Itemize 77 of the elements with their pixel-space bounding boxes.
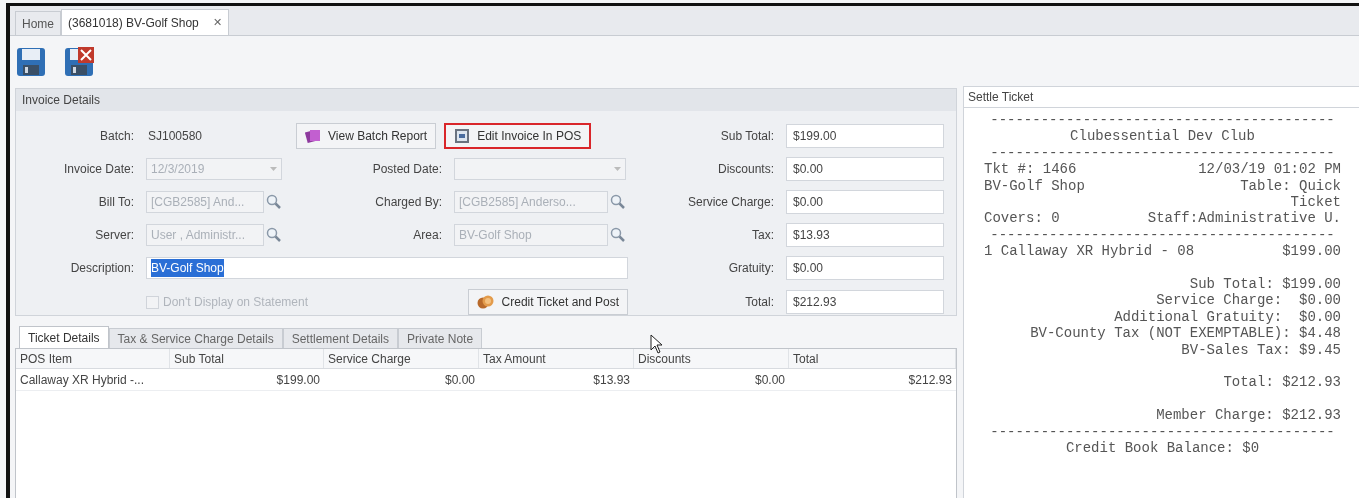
receipt-line: -----------------------------------------	[989, 423, 1336, 441]
receipt-text: 12/03/19 01:02 PM	[1198, 161, 1341, 178]
receipt-line: BV-Sales Tax: $9.45	[1180, 341, 1341, 359]
column-header[interactable]: Sub Total	[170, 349, 324, 368]
receipt-line: Additional Gratuity: $0.00	[1113, 308, 1341, 326]
table-cell-text: $0.00	[443, 371, 476, 389]
document-tab[interactable]: (3681018) BV-Golf Shop ✕	[61, 9, 229, 35]
action-button[interactable]: Edit Invoice In POS	[444, 122, 592, 149]
amount-field: $212.93	[786, 290, 944, 314]
description-field[interactable]: BV-Golf Shop	[146, 256, 628, 279]
field-label: Server:	[94, 226, 135, 244]
receipt-text: Table: Quick	[1240, 177, 1341, 195]
receipt-line: Credit Book Balance: $0	[1064, 440, 1261, 457]
save-icon[interactable]	[15, 46, 47, 78]
receipt-text: BV-Golf Shop	[984, 177, 1085, 195]
column-header[interactable]: POS Item	[16, 349, 170, 368]
report-icon	[305, 127, 321, 144]
amount-field: $0.00	[786, 189, 944, 214]
receipt-line: Sub Total: $199.00	[1188, 276, 1341, 293]
coins-icon	[476, 294, 495, 310]
receipt-line: -----------------------------------------	[989, 144, 1336, 162]
column-header[interactable]: Total	[789, 349, 956, 368]
detail-tab[interactable]: Ticket Details	[19, 326, 109, 348]
column-header[interactable]: Service Charge	[324, 349, 479, 368]
search-icon[interactable]	[610, 193, 626, 210]
receipt-line: Member Charge: $212.93	[1155, 407, 1341, 424]
field-label: Sub Total:	[719, 127, 775, 145]
receipt-line: Total: $212.93	[1222, 374, 1341, 391]
receipt-text: Staff:Administrative U.	[1147, 210, 1341, 227]
tab-label[interactable]: (3681018) BV-Golf Shop	[68, 13, 199, 32]
column-header[interactable]: Tax Amount	[479, 349, 634, 368]
field-label: Bill To:	[97, 193, 135, 211]
field-label: Batch:	[98, 127, 135, 145]
panel-title: Settle Ticket	[968, 89, 1034, 106]
search-icon[interactable]	[610, 226, 626, 243]
amount-field: $13.93	[786, 222, 944, 247]
save-and-close-icon[interactable]	[63, 46, 95, 78]
close-icon[interactable]: ✕	[212, 14, 222, 31]
field-label: Charged By:	[374, 193, 443, 211]
search-icon[interactable]	[266, 193, 282, 210]
search-icon[interactable]	[266, 226, 282, 243]
receipt-line: Ticket	[1289, 194, 1341, 211]
field-label: Total:	[744, 294, 775, 311]
field-label: Area:	[412, 226, 443, 244]
field-value: SJ100580	[147, 127, 204, 145]
table-cell-text: $199.00	[275, 371, 321, 389]
field-label: Gratuity:	[727, 259, 775, 277]
panel-title: Invoice Details	[22, 92, 101, 109]
amount-field: $0.00	[786, 156, 944, 181]
receipt-text: $199.00	[1282, 243, 1341, 260]
field-label: Discounts:	[716, 160, 775, 178]
amount-field: $0.00	[786, 255, 944, 280]
receipt-text: Tkt #: 1466	[984, 161, 1077, 178]
table-cell-text: $0.00	[753, 371, 786, 389]
receipt-line: BV-County Tax (NOT EXEMPTABLE): $4.48	[1029, 325, 1341, 342]
field-label: Posted Date:	[371, 160, 443, 178]
field-label: Invoice Date:	[62, 160, 135, 178]
document-tab[interactable]: Home	[15, 11, 61, 35]
detail-tab[interactable]: Settlement Details	[282, 328, 399, 348]
receipt-text: 1 Callaway XR Hybrid - 08	[984, 243, 1195, 260]
form-icon	[454, 127, 471, 144]
field-label: Description:	[69, 259, 135, 277]
receipt-line: -----------------------------------------	[989, 226, 1336, 244]
receipt-text: Covers: 0	[984, 210, 1060, 227]
table-cell-text: $212.93	[907, 371, 953, 389]
receipt-line: -----------------------------------------	[989, 112, 1336, 129]
table-cell-text: $13.93	[592, 371, 631, 389]
field-label: Service Charge:	[686, 193, 775, 211]
detail-tab[interactable]: Tax & Service Charge Details	[108, 328, 283, 348]
table-cell-text: Callaway XR Hybrid -...	[19, 371, 146, 389]
action-button[interactable]: View Batch Report	[296, 122, 437, 149]
receipt-line: Clubessential Dev Club	[1069, 128, 1256, 145]
detail-tab[interactable]: Private Note	[398, 328, 483, 348]
action-button[interactable]: Credit Ticket and Post	[467, 289, 628, 315]
amount-field: $199.00	[786, 123, 944, 148]
field-label: Tax:	[751, 226, 775, 244]
receipt-line: Service Charge: $0.00	[1155, 292, 1341, 309]
